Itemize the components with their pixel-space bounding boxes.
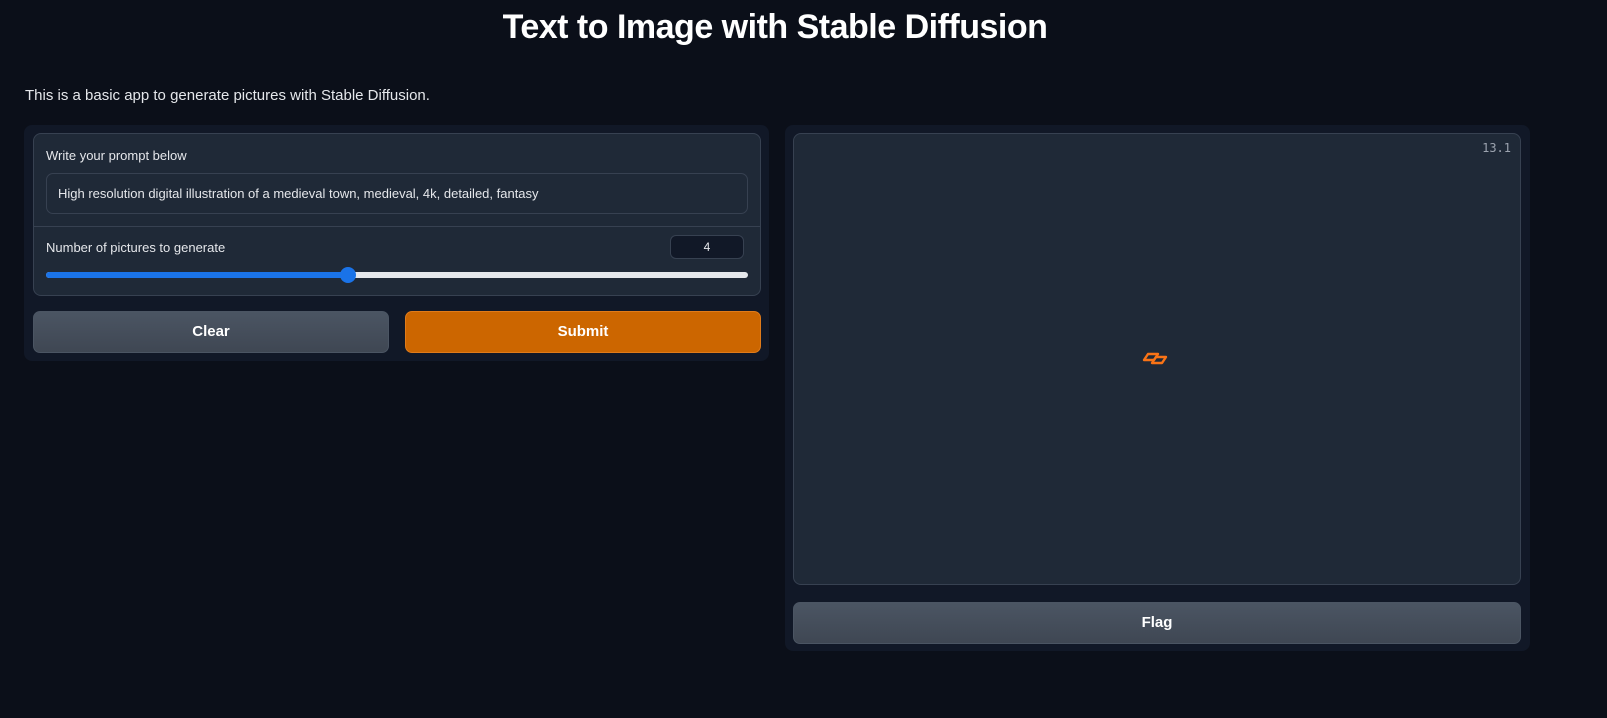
- loading-spinner-icon: [1142, 352, 1168, 365]
- submit-button[interactable]: Submit: [405, 311, 761, 353]
- flag-button[interactable]: Flag: [793, 602, 1521, 644]
- image-gallery: 13.1: [793, 133, 1521, 585]
- input-panel: Write your prompt below Number of pictur…: [24, 125, 769, 361]
- slider-label: Number of pictures to generate: [46, 240, 226, 255]
- output-panel: 13.1 Flag: [785, 125, 1530, 651]
- clear-button[interactable]: Clear: [33, 311, 389, 353]
- slider-fill: [46, 272, 348, 278]
- slider-thumb[interactable]: [339, 267, 356, 283]
- progress-timer: 13.1: [1482, 141, 1511, 155]
- prompt-input[interactable]: [46, 173, 748, 214]
- form-divider: [34, 226, 760, 227]
- picture-count-input[interactable]: 4: [670, 235, 744, 259]
- input-form: Write your prompt below Number of pictur…: [33, 133, 761, 296]
- page-title: Text to Image with Stable Diffusion: [502, 8, 1048, 46]
- prompt-label: Write your prompt below: [46, 148, 187, 163]
- app-description: This is a basic app to generate pictures…: [25, 87, 430, 104]
- app-page: Text to Image with Stable Diffusion This…: [0, 0, 1607, 718]
- picture-count-slider[interactable]: [46, 267, 748, 283]
